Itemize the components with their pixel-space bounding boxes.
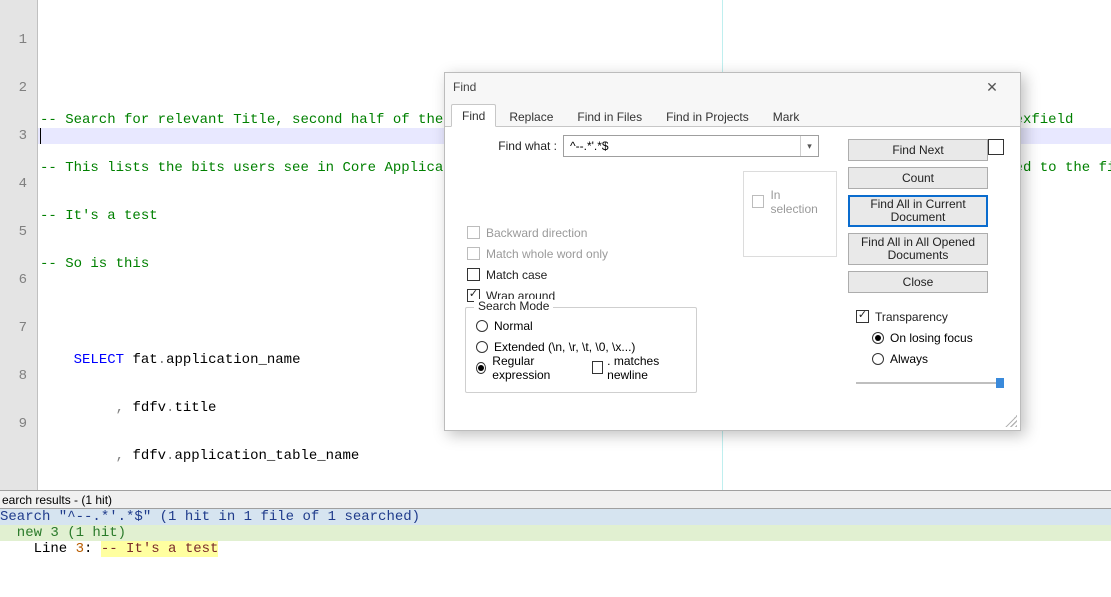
transparency-always[interactable]: Always bbox=[872, 349, 1004, 368]
find-dialog: Find ✕ Find Replace Find in Files Find i… bbox=[444, 72, 1021, 431]
transparency-slider[interactable] bbox=[856, 376, 1004, 390]
search-mode-regex[interactable]: Regular expression . matches newline bbox=[476, 358, 686, 377]
backward-direction-checkbox: Backward direction bbox=[467, 223, 608, 242]
direction-toggle[interactable] bbox=[988, 139, 1004, 155]
transparency-on-losing-focus[interactable]: On losing focus bbox=[872, 328, 1004, 347]
search-mode-group: Search Mode Normal Extended (\n, \r, \t,… bbox=[465, 307, 697, 393]
transparency-checkbox[interactable]: Transparency bbox=[856, 307, 1004, 326]
code-line[interactable]: , fdfv.application_table_name bbox=[40, 448, 1111, 464]
match-case-checkbox[interactable]: Match case bbox=[467, 265, 608, 284]
close-icon[interactable]: ✕ bbox=[972, 79, 1012, 96]
line-number: 2 bbox=[0, 80, 27, 96]
chevron-down-icon[interactable]: ▾ bbox=[800, 136, 818, 156]
find-all-current-button[interactable]: Find All in Current Document bbox=[848, 195, 988, 227]
dot-matches-newline-checkbox[interactable]: . matches newline bbox=[592, 354, 686, 382]
text-caret bbox=[40, 128, 41, 144]
line-number: 3 bbox=[0, 128, 27, 144]
tab-replace[interactable]: Replace bbox=[498, 105, 564, 127]
dialog-body: Find what : ▾ Find Next Count Find All i… bbox=[445, 127, 1020, 430]
find-what-input[interactable] bbox=[564, 136, 800, 156]
tab-find-in-files[interactable]: Find in Files bbox=[566, 105, 653, 127]
dialog-tabstrip: Find Replace Find in Files Find in Proje… bbox=[445, 101, 1020, 127]
line-number: 1 bbox=[0, 32, 27, 48]
dialog-button-column: Find Next Count Find All in Current Docu… bbox=[848, 139, 988, 293]
tab-find[interactable]: Find bbox=[451, 104, 496, 127]
in-selection-checkbox: In selection bbox=[752, 192, 828, 211]
in-selection-group: In selection bbox=[743, 171, 837, 257]
whole-word-checkbox: Match whole word only bbox=[467, 244, 608, 263]
search-mode-legend: Search Mode bbox=[474, 299, 553, 313]
find-what-row: Find what : ▾ bbox=[461, 135, 819, 157]
close-button[interactable]: Close bbox=[848, 271, 988, 293]
find-all-open-button[interactable]: Find All in All Opened Documents bbox=[848, 233, 988, 265]
search-mode-normal[interactable]: Normal bbox=[476, 316, 686, 335]
find-what-label: Find what : bbox=[461, 139, 557, 153]
line-number-gutter: 1 2 3 4 5 6 7 8 9 bbox=[0, 0, 38, 490]
line-number: 6 bbox=[0, 272, 27, 288]
line-number: 8 bbox=[0, 368, 27, 384]
dialog-title: Find bbox=[453, 80, 476, 94]
dialog-titlebar[interactable]: Find ✕ bbox=[445, 73, 1020, 101]
line-number: 4 bbox=[0, 176, 27, 192]
find-next-button[interactable]: Find Next bbox=[848, 139, 988, 161]
find-what-combo[interactable]: ▾ bbox=[563, 135, 819, 157]
search-options: Backward direction Match whole word only… bbox=[467, 223, 608, 305]
line-number: 5 bbox=[0, 224, 27, 240]
transparency-group: Transparency On losing focus Always bbox=[856, 307, 1004, 390]
tab-mark[interactable]: Mark bbox=[762, 105, 811, 127]
code-line[interactable] bbox=[40, 496, 1111, 512]
tab-find-in-projects[interactable]: Find in Projects bbox=[655, 105, 760, 127]
line-number: 9 bbox=[0, 416, 27, 432]
line-number: 7 bbox=[0, 320, 27, 336]
count-button[interactable]: Count bbox=[848, 167, 988, 189]
resize-grip-icon[interactable] bbox=[1005, 415, 1017, 427]
